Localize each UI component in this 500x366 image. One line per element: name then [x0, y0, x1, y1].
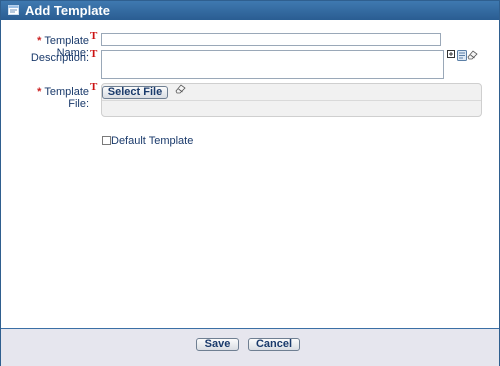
description-label: Description: [30, 52, 89, 64]
description-input[interactable] [101, 50, 444, 79]
dialog-footer: Save Cancel [1, 328, 499, 366]
translation-marker: T [90, 30, 98, 42]
window-icon [8, 5, 19, 15]
translation-marker: T [90, 81, 98, 93]
spell-check-icon[interactable] [457, 50, 467, 61]
template-name-input[interactable] [101, 33, 441, 46]
cancel-button[interactable]: Cancel [248, 338, 300, 351]
eraser-icon[interactable] [175, 83, 186, 94]
required-marker: * [37, 35, 42, 47]
required-marker: * [37, 86, 42, 98]
expand-plus-icon[interactable] [447, 50, 455, 58]
select-file-button[interactable]: Select File [102, 86, 168, 99]
default-template-label: Default Template [111, 135, 194, 147]
template-file-label: * Template File: [37, 86, 89, 110]
dialog-title-bar: Add Template [1, 1, 499, 20]
add-template-dialog: Add Template * Template Name: T Descripti… [0, 0, 500, 366]
translation-marker: T [90, 48, 98, 60]
eraser-icon[interactable] [467, 49, 478, 60]
save-button[interactable]: Save [196, 338, 239, 351]
file-area-divider [102, 100, 481, 101]
default-template-checkbox[interactable] [102, 136, 111, 145]
dialog-title: Add Template [25, 3, 110, 18]
